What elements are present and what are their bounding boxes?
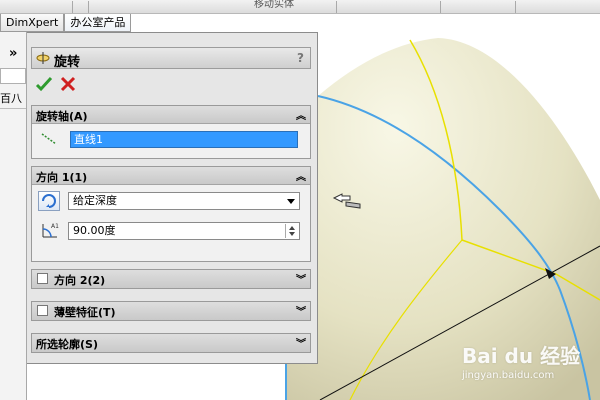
- expand-chevron-icon[interactable]: ︾: [296, 335, 306, 350]
- toolbar-separator: [515, 1, 516, 13]
- divider: [0, 108, 26, 109]
- ok-button[interactable]: [35, 75, 53, 93]
- expand-chevron-icon[interactable]: ︾: [296, 271, 306, 286]
- close-icon: [60, 76, 76, 92]
- toolbar-separator: [440, 1, 441, 13]
- revolve-icon: [35, 52, 51, 67]
- property-manager: 旋转 ? 旋转轴(A) ︽ 直线1 方向 1(1) ︽ 给定深度 A1 90.0…: [27, 32, 318, 364]
- command-manager-tabs: DimXpert 办公室产品: [0, 14, 132, 32]
- reverse-direction-icon: [42, 194, 56, 208]
- move-entity-button[interactable]: 移动实体: [254, 0, 294, 13]
- tab-dimxpert[interactable]: DimXpert: [0, 14, 65, 32]
- angle-field[interactable]: 90.00度: [68, 222, 300, 240]
- collapse-chevron-icon[interactable]: ︽: [296, 107, 306, 122]
- thin-feature-group: 薄壁特征(T) ︾: [31, 301, 311, 321]
- angle-spinner[interactable]: [285, 224, 298, 238]
- toolbar-separator: [336, 1, 337, 13]
- feature-manager-panel: » 百八: [0, 32, 27, 400]
- group-title: 方向 2(2): [54, 274, 106, 287]
- axis-selection-field[interactable]: 直线1: [70, 131, 298, 148]
- thin-feature-checkbox[interactable]: [37, 305, 48, 316]
- selected-contours-group: 所选轮廓(S) ︾: [31, 333, 311, 353]
- spin-up-icon[interactable]: [289, 226, 295, 230]
- expand-chevron-icon[interactable]: ︾: [296, 303, 306, 318]
- selected-contours-group-header[interactable]: 所选轮廓(S) ︾: [32, 334, 310, 352]
- angle-icon: A1: [40, 221, 60, 242]
- end-condition-select[interactable]: 给定深度: [68, 192, 300, 210]
- feature-tree-item-partial[interactable]: 百八: [0, 90, 22, 106]
- direction1-group: 方向 1(1) ︽ 给定深度 A1 90.00度: [31, 166, 311, 262]
- axis-group-header[interactable]: 旋转轴(A) ︽: [32, 106, 310, 124]
- help-button[interactable]: ?: [297, 51, 304, 65]
- direction2-group-header[interactable]: 方向 2(2) ︾: [32, 270, 310, 288]
- watermark-brand: Bai du 经验: [462, 344, 581, 368]
- tab-office-products[interactable]: 办公室产品: [64, 14, 132, 32]
- svg-text:A1: A1: [51, 223, 59, 230]
- axis-line-icon: [40, 132, 58, 149]
- toolbar-separator: [72, 1, 73, 13]
- axis-of-revolution-group: 旋转轴(A) ︽ 直线1: [31, 105, 311, 159]
- top-toolbar: 移动实体: [0, 0, 600, 14]
- end-condition-value: 给定深度: [73, 194, 117, 207]
- reverse-direction-button[interactable]: [38, 191, 60, 211]
- toolbar-separator: [88, 1, 89, 13]
- spin-down-icon[interactable]: [289, 232, 295, 236]
- direction1-group-header[interactable]: 方向 1(1) ︽: [32, 167, 310, 185]
- watermark: Bai du 经验 jingyan.baidu.com: [462, 340, 582, 390]
- watermark-site: jingyan.baidu.com: [462, 370, 555, 381]
- cancel-button[interactable]: [59, 75, 77, 93]
- collapse-chevron-icon[interactable]: ︽: [296, 168, 306, 183]
- expand-panel-button[interactable]: »: [9, 46, 17, 61]
- filter-field[interactable]: [0, 68, 26, 84]
- page-title: 旋转: [54, 55, 81, 70]
- chevron-down-icon: [287, 199, 295, 204]
- group-title: 薄壁特征(T): [54, 306, 116, 319]
- thin-feature-group-header[interactable]: 薄壁特征(T) ︾: [32, 302, 310, 320]
- rotate-cursor-icon: [332, 190, 364, 213]
- group-title: 方向 1(1): [36, 171, 88, 184]
- group-title: 旋转轴(A): [36, 110, 88, 123]
- direction2-checkbox[interactable]: [37, 273, 48, 284]
- angle-value: 90.00度: [73, 224, 116, 237]
- direction2-group: 方向 2(2) ︾: [31, 269, 311, 289]
- group-title: 所选轮廓(S): [36, 338, 98, 351]
- property-manager-header: 旋转 ?: [31, 47, 311, 70]
- checkmark-icon: [35, 76, 53, 92]
